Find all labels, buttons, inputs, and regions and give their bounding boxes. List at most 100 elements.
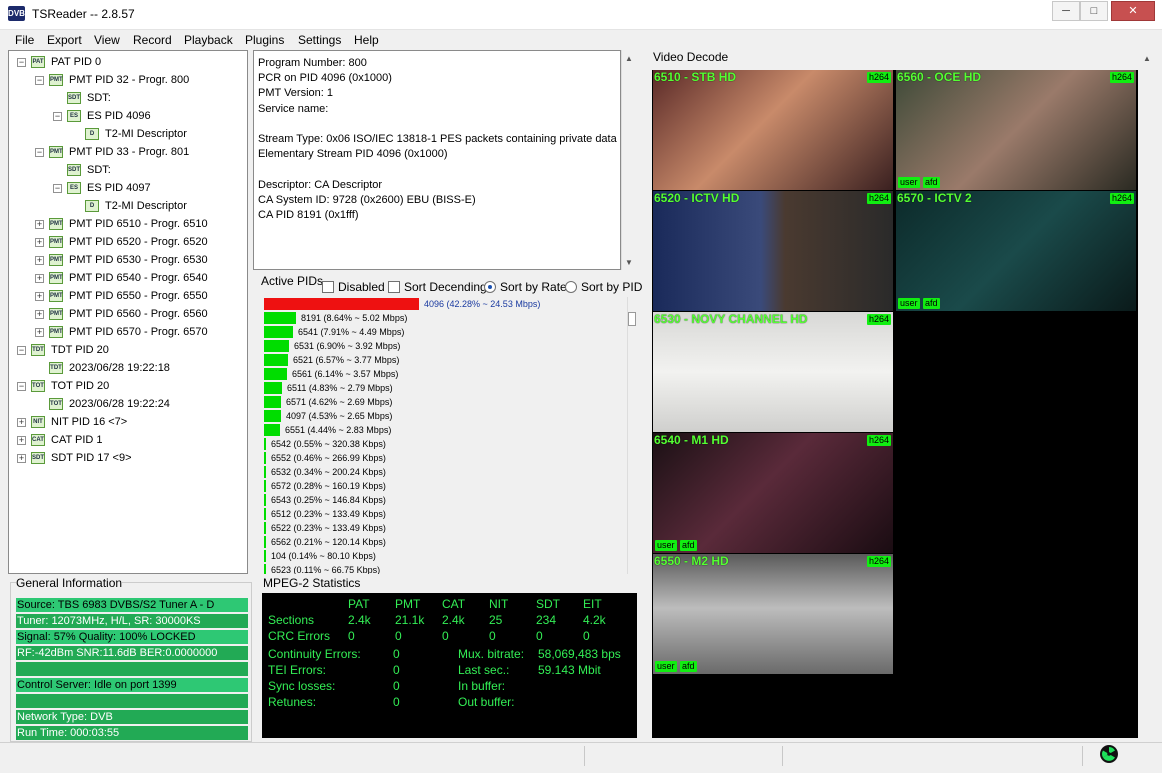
video-scrollbar[interactable] <box>1140 70 1156 738</box>
stream-flag-badge: user <box>655 661 677 672</box>
general-info-row <box>16 662 248 676</box>
menu-playback[interactable]: Playback <box>184 33 233 47</box>
tree-node[interactable]: − TOT TOT PID 20 <box>9 377 247 395</box>
pid-list-scroll-thumb[interactable] <box>628 312 636 326</box>
collapse-icon[interactable]: − <box>17 346 26 355</box>
stat-column-header: NIT <box>489 597 509 611</box>
pid-rate-bar <box>264 564 266 574</box>
pid-row[interactable]: 6532 (0.34% ~ 200.24 Kbps) <box>261 465 627 479</box>
sort-by-rate-radio[interactable] <box>484 281 496 293</box>
tree-node[interactable]: + PMT PMT PID 6510 - Progr. 6510 <box>9 215 247 233</box>
pid-row[interactable]: 8191 (8.64% ~ 5.02 Mbps) <box>261 311 627 325</box>
expand-icon[interactable]: + <box>35 292 44 301</box>
expand-icon[interactable]: + <box>35 220 44 229</box>
tree-node[interactable]: − PMT PMT PID 33 - Progr. 801 <box>9 143 247 161</box>
tree-node[interactable]: − PAT PAT PID 0 <box>9 53 247 71</box>
menu-file[interactable]: File <box>15 33 34 47</box>
video-tile[interactable]: 6540 - M1 HD h264 user afd <box>653 433 893 553</box>
tree-node[interactable]: + PMT PMT PID 6530 - Progr. 6530 <box>9 251 247 269</box>
video-tile[interactable]: 6570 - ICTV 2 h264 user afd <box>896 191 1136 311</box>
expand-icon[interactable]: + <box>35 328 44 337</box>
video-tile[interactable]: 6520 - ICTV HD h264 <box>653 191 893 311</box>
pmt-info-pane[interactable]: Program Number: 800 PCR on PID 4096 (0x10… <box>253 50 621 270</box>
menu-view[interactable]: View <box>94 33 120 47</box>
collapse-icon[interactable]: − <box>35 148 44 157</box>
pid-row[interactable]: 6512 (0.23% ~ 133.49 Kbps) <box>261 507 627 521</box>
pid-row[interactable]: 6521 (6.57% ~ 3.77 Mbps) <box>261 353 627 367</box>
pid-row[interactable]: 6552 (0.46% ~ 266.99 Kbps) <box>261 451 627 465</box>
tree-node[interactable]: + PMT PMT PID 6520 - Progr. 6520 <box>9 233 247 251</box>
menu-export[interactable]: Export <box>47 33 82 47</box>
radiation-icon <box>1100 745 1118 763</box>
tree-node[interactable]: + PMT PMT PID 6560 - Progr. 6560 <box>9 305 247 323</box>
tree-node[interactable]: + PMT PMT PID 6570 - Progr. 6570 <box>9 323 247 341</box>
pid-row[interactable]: 4097 (4.53% ~ 2.65 Mbps) <box>261 409 627 423</box>
tree-node[interactable]: TOT 2023/06/28 19:22:24 <box>9 395 247 413</box>
expand-icon[interactable]: + <box>35 256 44 265</box>
collapse-icon[interactable]: − <box>53 184 62 193</box>
tree-node[interactable]: − ES ES PID 4096 <box>9 107 247 125</box>
active-pids-list[interactable]: 4096 (42.28% ~ 24.53 Mbps) 8191 (8.64% ~ … <box>261 297 627 574</box>
collapse-icon[interactable]: − <box>53 112 62 121</box>
tree-node[interactable]: + PMT PMT PID 6550 - Progr. 6550 <box>9 287 247 305</box>
tree-node[interactable]: SDT SDT: <box>9 89 247 107</box>
expand-icon[interactable]: + <box>17 418 26 427</box>
video-tile[interactable]: 6550 - M2 HD h264 user afd <box>653 554 893 674</box>
scroll-up-icon[interactable]: ▲ <box>625 54 633 63</box>
pid-row[interactable]: 6572 (0.28% ~ 160.19 Kbps) <box>261 479 627 493</box>
video-scroll-up-icon[interactable]: ▲ <box>1143 54 1151 63</box>
pid-row[interactable]: 6531 (6.90% ~ 3.92 Mbps) <box>261 339 627 353</box>
video-tile[interactable]: 6510 - STB HD h264 <box>653 70 893 190</box>
pid-rate-text: 6561 (6.14% ~ 3.57 Mbps) <box>292 369 399 379</box>
tree-node[interactable]: D T2-MI Descriptor <box>9 125 247 143</box>
pid-row[interactable]: 6542 (0.55% ~ 320.38 Kbps) <box>261 437 627 451</box>
sort-descending-checkbox[interactable] <box>388 281 400 293</box>
pid-row[interactable]: 104 (0.14% ~ 80.10 Kbps) <box>261 549 627 563</box>
menu-record[interactable]: Record <box>133 33 172 47</box>
tree-node[interactable]: − PMT PMT PID 32 - Progr. 800 <box>9 71 247 89</box>
expand-icon[interactable]: + <box>35 310 44 319</box>
tree-node[interactable]: + PMT PMT PID 6540 - Progr. 6540 <box>9 269 247 287</box>
tree-node[interactable]: + SDT SDT PID 17 <9> <box>9 449 247 467</box>
pid-row[interactable]: 6522 (0.23% ~ 133.49 Kbps) <box>261 521 627 535</box>
expand-icon[interactable]: + <box>17 436 26 445</box>
scroll-down-icon[interactable]: ▼ <box>625 258 633 267</box>
sort-by-pid-radio[interactable] <box>565 281 577 293</box>
tree-node[interactable]: + CAT CAT PID 1 <box>9 431 247 449</box>
minimize-button[interactable]: ─ <box>1052 1 1080 21</box>
psi-tree[interactable]: − PAT PAT PID 0− PMT PMT PID 32 - Progr. 800… <box>8 50 248 574</box>
pid-row[interactable]: 6551 (4.44% ~ 2.83 Mbps) <box>261 423 627 437</box>
pid-row[interactable]: 4096 (42.28% ~ 24.53 Mbps) <box>261 297 627 311</box>
pid-row[interactable]: 6571 (4.62% ~ 2.69 Mbps) <box>261 395 627 409</box>
collapse-icon[interactable]: − <box>35 76 44 85</box>
tree-node-label: PMT PID 32 - Progr. 800 <box>69 74 190 86</box>
pid-row[interactable]: 6523 (0.11% ~ 66.75 Kbps) <box>261 563 627 574</box>
expand-icon[interactable]: + <box>35 238 44 247</box>
pid-row[interactable]: 6511 (4.83% ~ 2.79 Mbps) <box>261 381 627 395</box>
collapse-icon[interactable]: − <box>17 382 26 391</box>
tree-node[interactable]: − TDT TDT PID 20 <box>9 341 247 359</box>
expand-icon[interactable]: + <box>17 454 26 463</box>
pid-list-scrollbar[interactable] <box>627 297 637 574</box>
tree-node[interactable]: + NIT NIT PID 16 <7> <box>9 413 247 431</box>
pid-row[interactable]: 6561 (6.14% ~ 3.57 Mbps) <box>261 367 627 381</box>
close-button[interactable]: ✕ <box>1111 1 1155 21</box>
video-tile[interactable]: 6530 - NOVY CHANNEL HD h264 <box>653 312 893 432</box>
menu-help[interactable]: Help <box>354 33 379 47</box>
video-tile[interactable]: 6560 - OCE HD h264 user afd <box>896 70 1136 190</box>
info-line: Elementary Stream PID 4096 (0x1000) <box>258 148 448 161</box>
tree-node[interactable]: TDT 2023/06/28 19:22:18 <box>9 359 247 377</box>
pid-row[interactable]: 6562 (0.21% ~ 120.14 Kbps) <box>261 535 627 549</box>
tree-node[interactable]: − ES ES PID 4097 <box>9 179 247 197</box>
pid-row[interactable]: 6541 (7.91% ~ 4.49 Mbps) <box>261 325 627 339</box>
collapse-icon[interactable]: − <box>17 58 26 67</box>
tree-node[interactable]: SDT SDT: <box>9 161 247 179</box>
pid-row[interactable]: 6543 (0.25% ~ 146.84 Kbps) <box>261 493 627 507</box>
disabled-checkbox[interactable] <box>322 281 334 293</box>
maximize-button[interactable]: □ <box>1080 1 1108 21</box>
tree-node[interactable]: D T2-MI Descriptor <box>9 197 247 215</box>
expand-icon[interactable]: + <box>35 274 44 283</box>
menu-settings[interactable]: Settings <box>298 33 341 47</box>
menu-plugins[interactable]: Plugins <box>245 33 284 47</box>
info-scrollbar[interactable] <box>621 50 637 270</box>
